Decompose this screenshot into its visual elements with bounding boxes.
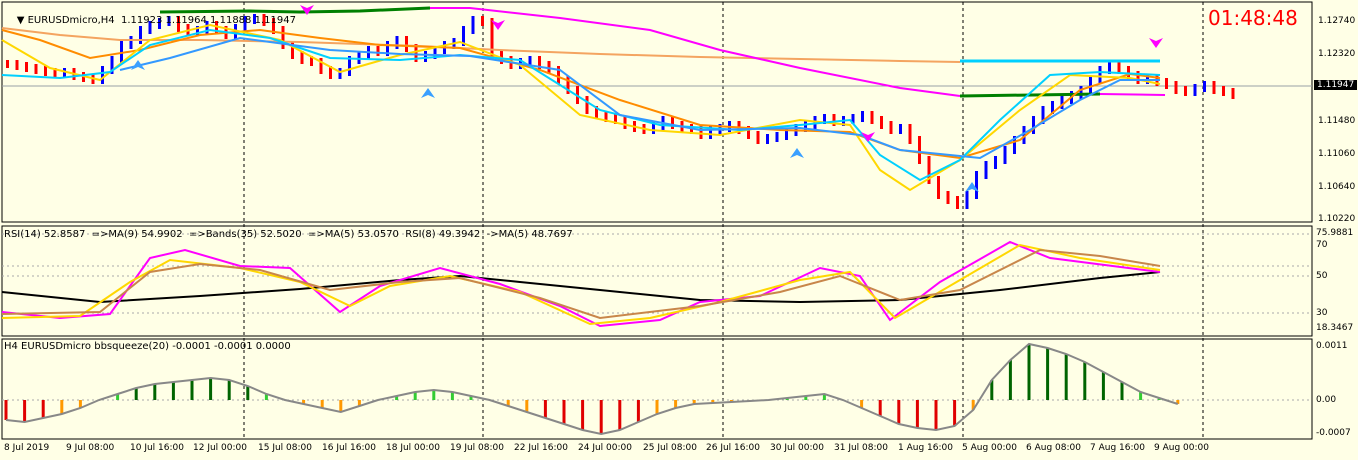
x-axis-label: 12 Jul 00:00 xyxy=(193,443,247,453)
candle xyxy=(1222,86,1225,96)
candle xyxy=(918,136,921,164)
candle xyxy=(338,68,342,79)
candle xyxy=(101,66,104,84)
candle xyxy=(34,64,38,74)
candle xyxy=(1174,81,1178,94)
x-axis-label: 16 Jul 16:00 xyxy=(322,443,376,453)
squeeze-line xyxy=(5,342,1179,436)
candle xyxy=(6,60,9,68)
x-axis-label: 30 Jul 00:00 xyxy=(770,443,824,453)
chart-title: ▼ EURUSDmicro,H4 1.11923 1.11964 1.11888… xyxy=(4,4,296,37)
candle xyxy=(471,16,475,34)
collapse-triangle-icon[interactable]: ▼ xyxy=(17,15,28,26)
candle xyxy=(44,66,47,76)
squeeze-label: -0.0007 xyxy=(1316,428,1351,438)
x-axis-label: 24 Jul 00:00 xyxy=(578,443,632,453)
candle xyxy=(870,111,874,124)
candle xyxy=(975,171,978,199)
candle xyxy=(880,116,883,129)
candle xyxy=(889,121,893,134)
candle xyxy=(946,191,950,204)
x-axis-label: 15 Jul 08:00 xyxy=(258,443,312,453)
x-axis-label: 9 Jul 08:00 xyxy=(66,443,115,453)
rsi-label: 30 xyxy=(1316,308,1328,318)
x-axis-label: 19 Jul 08:00 xyxy=(450,443,504,453)
candle xyxy=(766,134,769,144)
candle xyxy=(908,124,912,144)
candle xyxy=(775,132,779,142)
squeeze-title: H4 EURUSDmicro bbsqueeze(20) -0.0001 -0.… xyxy=(4,341,291,352)
candle xyxy=(15,60,19,70)
squeeze-pane-frame xyxy=(1,338,1313,440)
candle xyxy=(585,96,589,114)
candle xyxy=(376,46,380,56)
candle xyxy=(1165,78,1168,89)
candle xyxy=(405,36,408,52)
sell-arrow-icon xyxy=(300,5,314,15)
x-axis-label: 6 Aug 08:00 xyxy=(1026,443,1081,453)
current-price-tag: 1.11947 xyxy=(1314,80,1358,90)
x-axis-label: 25 Jul 08:00 xyxy=(643,443,697,453)
candle xyxy=(965,191,969,209)
rsi-label: 18.3467 xyxy=(1316,323,1354,333)
candle xyxy=(937,176,940,199)
candle xyxy=(424,51,427,62)
x-axis-label: 5 Aug 00:00 xyxy=(962,443,1017,453)
candle xyxy=(1184,86,1187,96)
rsi-label: 50 xyxy=(1316,271,1328,281)
x-axis-label: 26 Jul 16:00 xyxy=(706,443,760,453)
x-axis-label: 1 Aug 16:00 xyxy=(898,443,953,453)
candle xyxy=(994,156,997,169)
candle xyxy=(623,116,627,129)
candle xyxy=(984,161,988,179)
candle xyxy=(671,116,674,129)
buy-arrow-icon xyxy=(790,148,804,158)
server-clock: 01:48:48 xyxy=(1208,6,1298,30)
x-axis-label: 10 Jul 16:00 xyxy=(130,443,184,453)
ma-pink-line-2 xyxy=(1099,93,1166,96)
x-axis-label: 8 Jul 2019 xyxy=(4,443,50,453)
candle xyxy=(1032,116,1035,134)
candle xyxy=(1193,84,1197,96)
candle xyxy=(1003,146,1007,164)
rsi-label: 75.9881 xyxy=(1316,228,1354,238)
candle xyxy=(756,131,760,144)
candle xyxy=(357,51,361,64)
price-label: 1.11480 xyxy=(1318,116,1356,126)
rsi-title: RSI(14) 52.8587 =>MA(9) 54.9902 =>Bands(… xyxy=(4,229,573,240)
x-axis-label: 7 Aug 16:00 xyxy=(1090,443,1145,453)
candle xyxy=(899,124,902,134)
candle xyxy=(1098,66,1102,84)
price-label: 1.12320 xyxy=(1318,49,1356,59)
ma-pink-line xyxy=(430,7,961,97)
price-label: 1.11060 xyxy=(1318,149,1356,159)
symbol-info: EURUSDmicro,H4 1.11923 1.11964 1.11888 1… xyxy=(27,15,296,26)
candle xyxy=(395,36,399,49)
squeeze-label: 0.0011 xyxy=(1316,341,1348,351)
sell-arrow-icon xyxy=(1149,38,1163,48)
candle xyxy=(861,111,864,122)
price-label: 1.12740 xyxy=(1318,16,1356,26)
price-label: 1.10220 xyxy=(1318,214,1356,224)
chart-window: ▼ EURUSDmicro,H4 1.11923 1.11964 1.11888… xyxy=(0,0,1358,460)
x-axis-label: 9 Aug 00:00 xyxy=(1154,443,1209,453)
x-axis-label: 18 Jul 00:00 xyxy=(386,443,440,453)
candle xyxy=(1231,88,1235,99)
rsi-line xyxy=(1,240,1161,328)
candle xyxy=(129,36,133,49)
candle xyxy=(481,16,484,26)
candle xyxy=(1203,81,1206,92)
candle xyxy=(1079,86,1083,99)
squeeze-label: 0.00 xyxy=(1316,395,1337,405)
x-axis-label: 31 Jul 08:00 xyxy=(834,443,888,453)
rsi-label: 70 xyxy=(1316,240,1328,250)
buy-arrow-icon xyxy=(421,88,435,98)
candle xyxy=(25,62,28,72)
candle xyxy=(1089,76,1092,94)
candle xyxy=(1212,81,1216,94)
price-label: 1.10640 xyxy=(1318,182,1356,192)
x-axis-label: 22 Jul 16:00 xyxy=(514,443,568,453)
candle xyxy=(291,41,294,59)
candle xyxy=(956,196,959,209)
